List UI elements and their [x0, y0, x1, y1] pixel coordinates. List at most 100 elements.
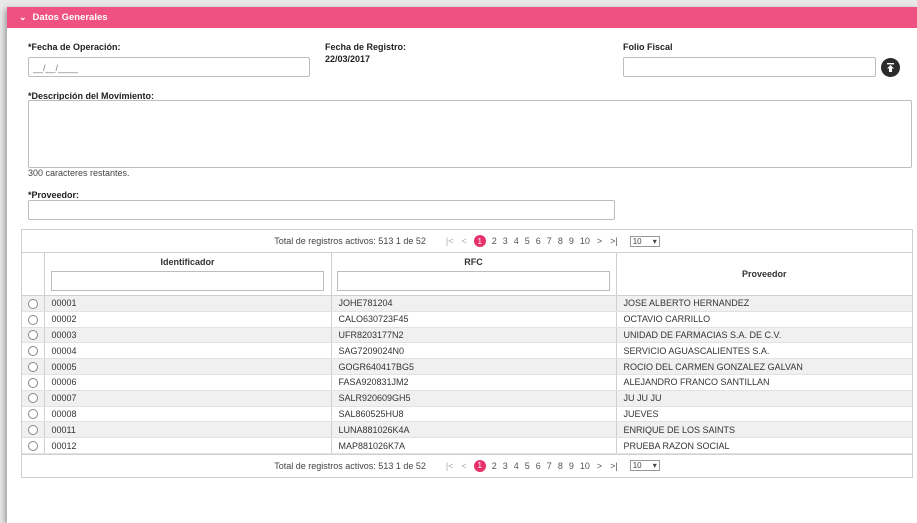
last-page-button[interactable]: >|	[610, 461, 618, 471]
page-button[interactable]: 5	[525, 461, 530, 471]
cell-proveedor: ENRIQUE DE LOS SAINTS	[616, 421, 912, 439]
fecha-operacion-input[interactable]: __/__/____	[28, 57, 310, 77]
panel-header[interactable]: ⌄ Datos Generales	[7, 7, 917, 28]
cell-id: 00001	[44, 295, 332, 312]
page-button[interactable]: 1	[473, 459, 486, 472]
descripcion-textarea[interactable]	[28, 100, 912, 168]
cell-id: 00011	[44, 421, 332, 439]
cell-proveedor: JUEVES	[616, 406, 912, 423]
pager-total-text: Total de registros activos: 513 1 de 52	[274, 236, 426, 246]
fecha-registro-value: 22/03/2017	[325, 54, 371, 64]
cell-rfc: SAL860525HU8	[331, 406, 617, 423]
cell-proveedor: UNIDAD DE FARMACIAS S.A. DE C.V.	[616, 327, 912, 344]
last-page-button[interactable]: >|	[610, 236, 618, 246]
fecha-registro-label: Fecha de Registro:	[325, 42, 407, 52]
first-page-button[interactable]: |<	[446, 236, 454, 246]
cell-proveedor: ROCIO DEL CARMEN GONZALEZ GALVAN	[616, 358, 912, 375]
page-size-value: 10	[632, 461, 642, 471]
folio-fiscal-label: Folio Fiscal	[623, 42, 673, 52]
page-button[interactable]: 8	[558, 236, 563, 246]
row-radio[interactable]	[27, 314, 38, 325]
page-button[interactable]: 6	[536, 236, 541, 246]
row-radio[interactable]	[27, 409, 38, 420]
identificador-filter-input[interactable]	[51, 271, 324, 291]
proveedores-table: Identificador RFC Proveedor 00001 JOHE78…	[22, 253, 912, 454]
cell-id: 00005	[44, 358, 332, 375]
cell-rfc: MAP881026K7A	[331, 437, 617, 454]
cell-id: 00002	[44, 311, 332, 328]
row-radio[interactable]	[27, 425, 38, 436]
page-size-select[interactable]: 10 ▾	[629, 460, 660, 472]
proveedores-grid: Total de registros activos: 513 1 de 52 …	[21, 229, 913, 478]
page-button[interactable]: 4	[514, 461, 519, 471]
table-row[interactable]: 00012 MAP881026K7A PRUEBA RAZON SOCIAL	[22, 437, 912, 454]
folio-fiscal-input[interactable]	[623, 57, 876, 77]
page-button[interactable]: 8	[558, 461, 563, 471]
row-radio[interactable]	[27, 393, 38, 404]
cell-rfc: SALR920609GH5	[331, 390, 617, 407]
page-button[interactable]: 6	[536, 461, 541, 471]
upload-icon	[887, 63, 894, 72]
proveedor-input[interactable]	[28, 200, 615, 220]
cell-rfc: CALO630723F45	[331, 311, 617, 328]
column-label: Proveedor	[741, 269, 787, 279]
table-row[interactable]: 00008 SAL860525HU8 JUEVES	[22, 406, 912, 423]
row-radio[interactable]	[27, 298, 38, 309]
page-button[interactable]: 10	[580, 236, 590, 246]
table-row[interactable]: 00002 CALO630723F45 OCTAVIO CARRILLO	[22, 311, 912, 328]
column-header-rfc: RFC	[331, 253, 617, 296]
prev-page-button[interactable]: <	[461, 461, 466, 471]
table-row[interactable]: 00011 LUNA881026K4A ENRIQUE DE LOS SAINT…	[22, 421, 912, 439]
page-button[interactable]: 2	[492, 236, 497, 246]
table-row[interactable]: 00003 UFR8203177N2 UNIDAD DE FARMACIAS S…	[22, 327, 912, 344]
panel-title: Datos Generales	[32, 12, 108, 23]
cell-rfc: FASA920831JM2	[331, 374, 617, 391]
page-button[interactable]: 1	[473, 235, 486, 247]
row-radio[interactable]	[27, 377, 38, 388]
page-button[interactable]: 10	[580, 461, 590, 471]
fecha-operacion-label: *Fecha de Operación:	[28, 42, 121, 52]
page-button[interactable]: 7	[547, 461, 552, 471]
first-page-button[interactable]: |<	[446, 461, 454, 471]
pager-bottom: Total de registros activos: 513 1 de 52 …	[22, 453, 912, 477]
page-button[interactable]: 3	[503, 461, 508, 471]
cell-proveedor: JOSE ALBERTO HERNANDEZ	[616, 295, 912, 312]
upload-button[interactable]	[881, 58, 900, 77]
prev-page-button[interactable]: <	[461, 236, 466, 246]
cell-id: 00006	[44, 374, 332, 391]
page-size-select[interactable]: 10 ▾	[629, 235, 660, 247]
table-row[interactable]: 00006 FASA920831JM2 ALEJANDRO FRANCO SAN…	[22, 374, 912, 391]
pager-total-text: Total de registros activos: 513 1 de 52	[274, 460, 426, 471]
row-radio[interactable]	[27, 361, 38, 372]
cell-id: 00012	[44, 437, 332, 454]
column-header-identificador: Identificador	[44, 253, 332, 296]
page-button[interactable]: 9	[569, 236, 574, 246]
table-row[interactable]: 00005 GOGR640417BG5 ROCIO DEL CARMEN GON…	[22, 358, 912, 375]
page-button[interactable]: 3	[503, 236, 508, 246]
column-label: RFC	[464, 257, 483, 267]
row-radio[interactable]	[27, 440, 38, 451]
page-button[interactable]: 9	[569, 461, 574, 471]
cell-rfc: GOGR640417BG5	[331, 358, 617, 375]
next-page-button[interactable]: >	[597, 236, 602, 246]
page-button[interactable]: 4	[514, 236, 519, 246]
table-row[interactable]: 00001 JOHE781204 JOSE ALBERTO HERNANDEZ	[22, 295, 912, 312]
caret-down-icon: ▾	[652, 461, 657, 471]
cell-id: 00004	[44, 342, 332, 360]
next-page-button[interactable]: >	[597, 461, 602, 471]
chevron-down-icon: ⌄	[19, 12, 27, 22]
page-button[interactable]: 5	[525, 236, 530, 246]
page-button[interactable]: 7	[547, 236, 552, 246]
rfc-filter-input[interactable]	[337, 271, 610, 291]
pager-top: Total de registros activos: 513 1 de 52 …	[22, 230, 912, 253]
table-row[interactable]: 00007 SALR920609GH5 JU JU JU	[22, 390, 912, 407]
page-button[interactable]: 2	[492, 461, 497, 471]
row-radio[interactable]	[27, 330, 38, 341]
table-row[interactable]: 00004 SAG7209024N0 SERVICIO AGUASCALIENT…	[22, 342, 912, 360]
select-column-header	[22, 253, 45, 296]
cell-proveedor: SERVICIO AGUASCALIENTES S.A.	[616, 342, 912, 360]
cell-id: 00008	[44, 406, 332, 423]
cell-rfc: UFR8203177N2	[331, 327, 617, 344]
row-radio[interactable]	[27, 346, 38, 357]
caret-down-icon: ▾	[652, 236, 657, 246]
